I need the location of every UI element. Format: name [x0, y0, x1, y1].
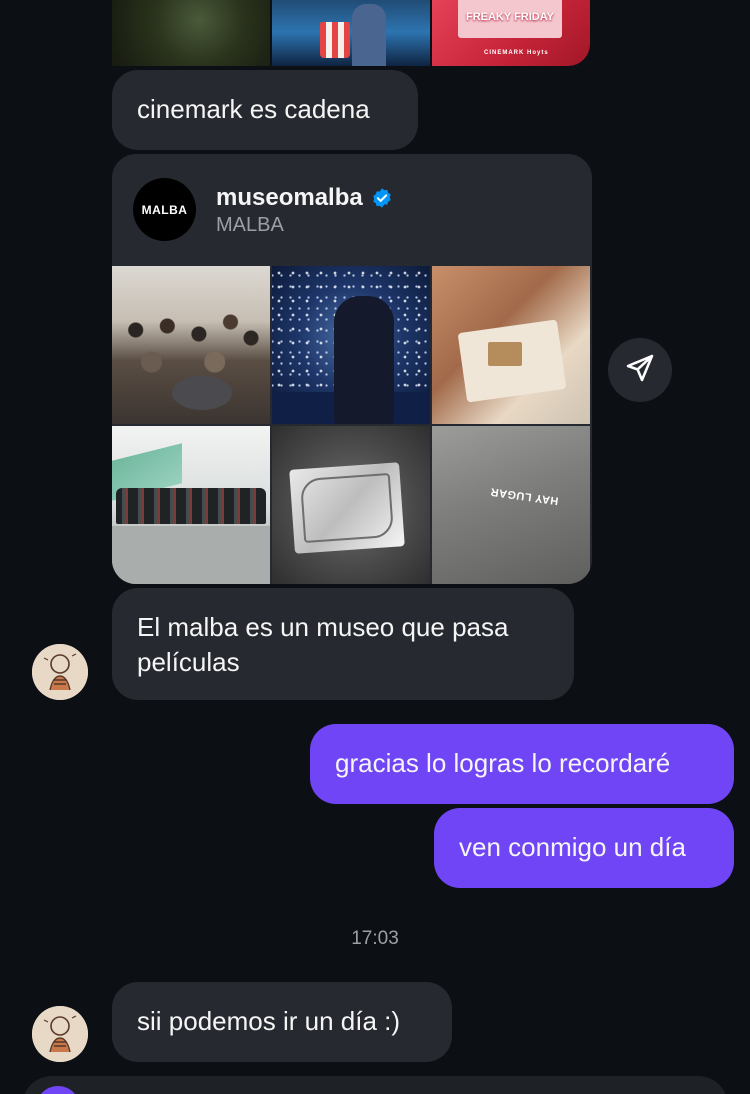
post-subname: MALBA	[216, 214, 284, 236]
message-text: sii podemos ir un día :)	[137, 1006, 401, 1036]
ground-stamp-text: HAY LUGAR	[489, 485, 560, 507]
group-photo	[116, 488, 266, 524]
post-image[interactable]	[272, 426, 430, 584]
chat-screen: FREAKY FRIDAY CINEMARK Hoyts cinemark es…	[0, 0, 750, 1094]
incoming-message-bubble[interactable]: cinemark es cadena	[112, 70, 418, 150]
beanbag-image	[172, 376, 232, 410]
message-timestamp: 17:03	[351, 928, 399, 949]
post-image[interactable]	[272, 266, 430, 424]
media-thumbnail[interactable]	[112, 0, 270, 66]
person-image	[352, 4, 386, 66]
verified-badge-icon	[371, 187, 393, 209]
post-image-grid[interactable]: HAY LUGAR	[112, 266, 592, 584]
message-text: ven conmigo un día	[459, 832, 686, 862]
poster-title: FREAKY FRIDAY	[458, 0, 562, 38]
media-thumbnail[interactable]	[272, 0, 430, 66]
metal-plate-image	[289, 462, 405, 554]
camera-icon[interactable]	[36, 1086, 80, 1094]
media-thumbnail[interactable]: FREAKY FRIDAY CINEMARK Hoyts	[432, 0, 590, 66]
message-composer[interactable]	[22, 1076, 728, 1094]
card-image	[488, 342, 522, 366]
username-text: museomalba	[216, 184, 363, 211]
shared-post-header[interactable]: MALBA museomalba MALBA	[112, 154, 592, 266]
figure-image	[334, 296, 394, 424]
poster-brand: CINEMARK Hoyts	[484, 50, 549, 56]
post-image[interactable]	[112, 426, 270, 584]
incoming-message-bubble[interactable]: sii podemos ir un día :)	[112, 982, 452, 1062]
post-image[interactable]	[112, 266, 270, 424]
floor-image	[112, 526, 270, 584]
post-image[interactable]	[432, 266, 590, 424]
outgoing-message-bubble[interactable]: gracias lo logras lo recordaré	[310, 724, 734, 804]
paper-plane-icon	[624, 352, 656, 389]
post-username: museomalba	[216, 184, 393, 212]
contact-avatar[interactable]	[32, 1006, 88, 1062]
popcorn-image	[320, 22, 350, 58]
message-text: cinemark es cadena	[137, 94, 370, 124]
post-image[interactable]: HAY LUGAR	[432, 426, 590, 584]
previous-shared-media[interactable]: FREAKY FRIDAY CINEMARK Hoyts	[112, 0, 590, 66]
message-text: gracias lo logras lo recordaré	[335, 748, 671, 778]
profile-logo: MALBA	[133, 178, 196, 241]
message-text: El malba es un museo que pasa películas	[137, 612, 509, 677]
crowd-image	[112, 306, 270, 386]
share-button[interactable]	[608, 338, 672, 402]
incoming-message-bubble[interactable]: El malba es un museo que pasa películas	[112, 588, 574, 700]
outgoing-message-bubble[interactable]: ven conmigo un día	[434, 808, 734, 888]
contact-avatar[interactable]	[32, 644, 88, 700]
shared-post-card[interactable]: MALBA museomalba MALBA HAY LUGAR	[112, 154, 592, 584]
